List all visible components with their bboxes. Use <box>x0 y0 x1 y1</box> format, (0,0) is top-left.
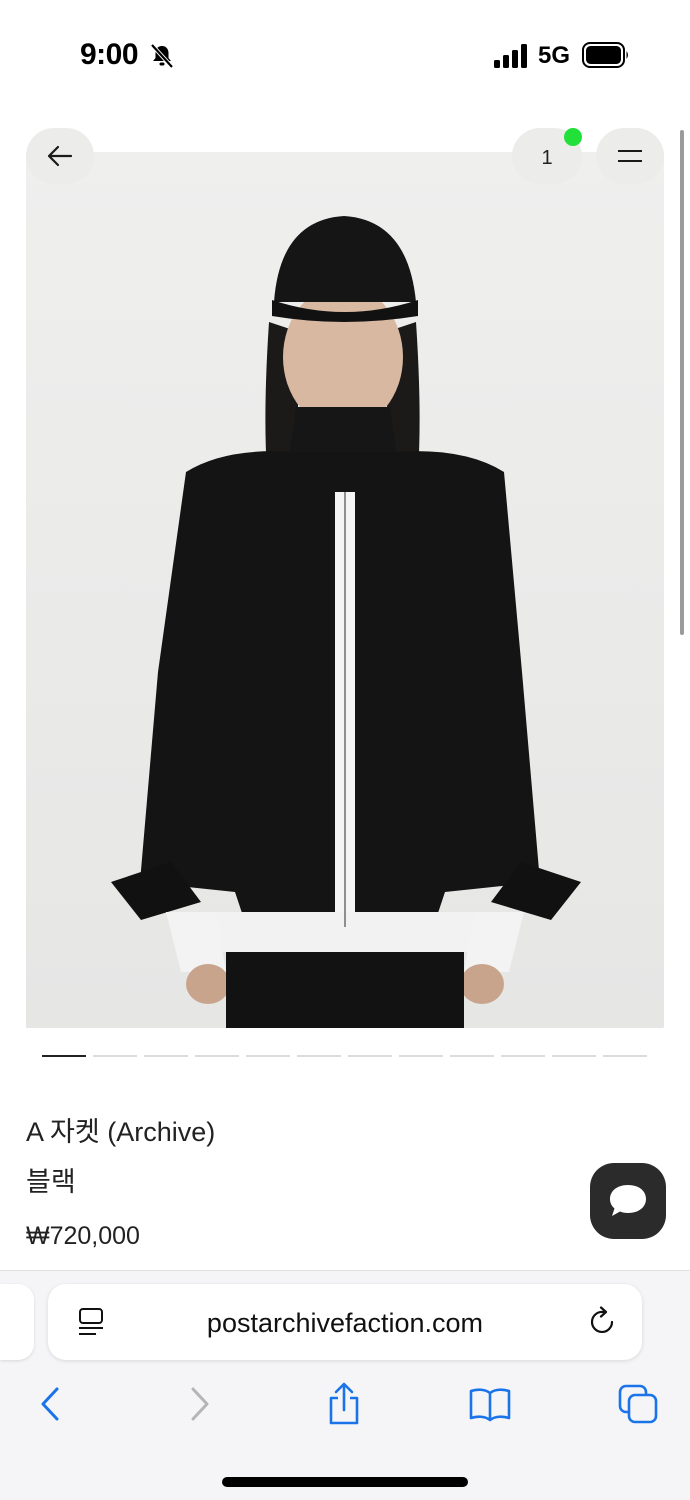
book-icon <box>469 1388 511 1422</box>
url-text: postarchivefaction.com <box>206 1308 484 1338</box>
signal-icon <box>494 44 527 68</box>
pagination-dot[interactable] <box>246 1055 290 1057</box>
share-button[interactable] <box>320 1380 368 1428</box>
pagination-dot[interactable] <box>399 1055 443 1057</box>
silent-bell-icon <box>150 43 174 69</box>
chevron-left-icon <box>41 1387 59 1421</box>
hamburger-menu-icon <box>618 150 642 162</box>
pagination-dot[interactable] <box>501 1055 545 1057</box>
arrow-left-icon <box>47 145 73 167</box>
product-price: ₩720,000 <box>26 1222 140 1250</box>
product-name: A 자켓 (Archive) <box>26 1117 216 1147</box>
chat-bubble-icon <box>610 1185 646 1216</box>
chat-button[interactable] <box>590 1163 666 1239</box>
gallery-pagination <box>42 1055 647 1057</box>
previous-tab-preview[interactable] <box>0 1284 34 1360</box>
pagination-dot[interactable] <box>42 1055 86 1057</box>
status-bar: 9:00 5G <box>0 0 690 110</box>
cart-count: 1 <box>541 146 553 169</box>
chevron-right-icon <box>191 1387 209 1421</box>
battery-icon <box>582 42 628 68</box>
pagination-dot[interactable] <box>144 1055 188 1057</box>
address-bar[interactable]: postarchivefaction.com <box>48 1284 642 1360</box>
pagination-dot[interactable] <box>552 1055 596 1057</box>
tabs-button[interactable] <box>614 1380 662 1428</box>
browser-forward-button[interactable] <box>176 1380 224 1428</box>
pagination-dot[interactable] <box>450 1055 494 1057</box>
status-time: 9:00 <box>80 38 139 71</box>
network-label: 5G <box>538 42 571 69</box>
model-photo <box>26 152 664 1028</box>
menu-button[interactable] <box>596 128 664 184</box>
product-image[interactable] <box>26 152 664 1028</box>
share-icon <box>329 1382 359 1425</box>
cart-notification-dot <box>564 128 582 146</box>
back-button[interactable] <box>26 128 94 184</box>
pagination-dot[interactable] <box>603 1055 647 1057</box>
page-scrollbar[interactable] <box>680 130 684 635</box>
bookmarks-button[interactable] <box>466 1380 514 1428</box>
pagination-dot[interactable] <box>195 1055 239 1057</box>
pagination-dot[interactable] <box>297 1055 341 1057</box>
home-indicator[interactable] <box>222 1477 468 1487</box>
pagination-dot[interactable] <box>348 1055 392 1057</box>
browser-back-button[interactable] <box>26 1380 74 1428</box>
tabs-icon <box>618 1384 658 1424</box>
reload-icon[interactable] <box>588 1306 618 1338</box>
pagination-dot[interactable] <box>93 1055 137 1057</box>
product-color: 블랙 <box>26 1167 76 1197</box>
